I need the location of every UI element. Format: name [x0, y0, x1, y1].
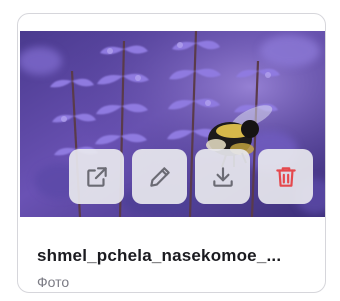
download-button[interactable] — [195, 149, 250, 204]
file-type-label: Фото — [37, 274, 70, 290]
file-name: shmel_pchela_nasekomoe_... — [37, 246, 282, 265]
media-card[interactable]: shmel_pchela_nasekomoe_... Фото — [17, 13, 326, 293]
external-link-icon — [86, 166, 107, 187]
trash-icon — [275, 166, 296, 187]
open-external-button[interactable] — [69, 149, 124, 204]
action-toolbar — [69, 149, 313, 204]
pencil-icon — [149, 166, 170, 187]
delete-button[interactable] — [258, 149, 313, 204]
edit-button[interactable] — [132, 149, 187, 204]
download-icon — [212, 166, 233, 187]
